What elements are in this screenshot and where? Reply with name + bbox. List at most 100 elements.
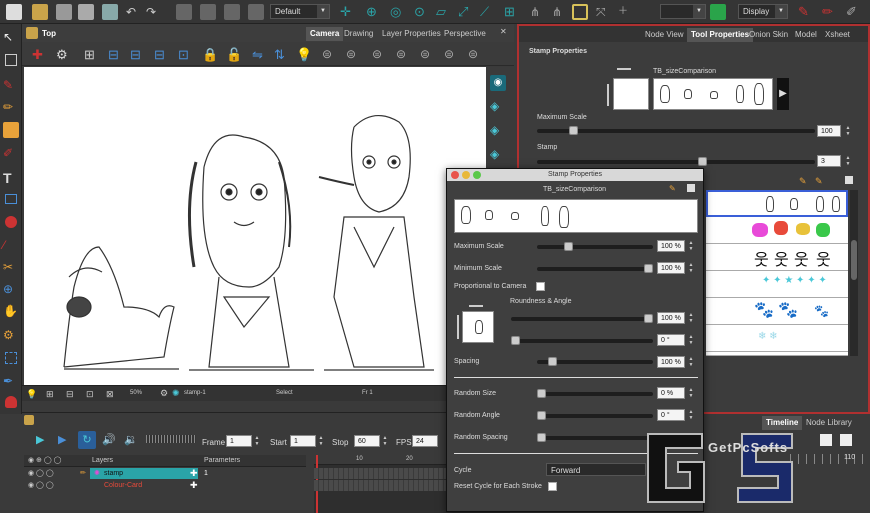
layer-visibility-icon[interactable]: ◉ ◯ ◯ — [28, 469, 54, 477]
next-preset-arrow-icon[interactable]: ▶ — [777, 78, 789, 110]
stamp-list-scrollbar[interactable] — [850, 190, 858, 356]
save-icon[interactable] — [56, 4, 72, 20]
maintain-size-icon[interactable]: ⤢ — [458, 4, 474, 20]
stamp-list-item[interactable]: ❄ ❄ — [706, 325, 848, 352]
skew-icon[interactable]: ▱ — [436, 4, 452, 20]
play-icon[interactable]: ▶ — [36, 433, 44, 446]
layer-row-stamp[interactable]: ◉ ◯ ◯ ✏ ✺ stamp ✚ 1 — [24, 468, 306, 479]
zoom-level[interactable]: 50% — [130, 390, 142, 396]
layer-visibility-icon[interactable]: ◉ ◯ ◯ — [28, 481, 54, 489]
mode-select[interactable]: Default ▼ — [270, 4, 330, 19]
rigging-tool-icon[interactable]: ⚙ — [3, 328, 19, 344]
grid-icon[interactable]: ⊞ — [84, 47, 95, 63]
stamp-add-icon[interactable]: ✚ — [32, 47, 43, 63]
open-folder-icon[interactable] — [32, 4, 48, 20]
tab-tool-properties[interactable]: Tool Properties — [687, 28, 754, 42]
stamp-menu-icon[interactable] — [845, 176, 853, 184]
dialog-min-scale-knob[interactable] — [644, 264, 653, 273]
start-field[interactable]: 1 — [290, 435, 316, 447]
reset-transform-icon[interactable]: ⤧ — [596, 4, 612, 20]
playback-icon[interactable] — [176, 4, 192, 20]
random-angle-spinner[interactable]: ▲ ▼ — [688, 409, 694, 421]
loop-icon[interactable]: ↻ — [78, 431, 96, 449]
stamp-list-item[interactable]: 웃 웃 웃 웃 — [706, 244, 848, 271]
stamp-list-item[interactable]: 🐾 🐾 🐾 — [706, 298, 848, 325]
brush-icon[interactable]: ✎ — [798, 4, 814, 20]
random-size-knob[interactable] — [537, 389, 546, 398]
stop-spinner[interactable]: ▲ ▼ — [382, 435, 388, 447]
scrollbar-thumb[interactable] — [851, 240, 857, 280]
eraser-icon[interactable]: ✐ — [846, 4, 862, 20]
ungroup-icon[interactable]: ⊜ — [346, 47, 356, 61]
start-spinner[interactable]: ▲ ▼ — [318, 435, 324, 447]
roundness-knob[interactable] — [644, 314, 653, 323]
stamp-edit-small-icon[interactable]: ✎ — [815, 176, 823, 187]
onion-icon[interactable] — [200, 4, 216, 20]
reset-pan-icon[interactable]: ⊠ — [106, 389, 114, 400]
add-layer-plus-icon[interactable]: ✚ — [190, 480, 198, 491]
dropper-tool-icon[interactable]: ⁄ — [3, 238, 19, 254]
tab-timeline[interactable]: Timeline — [762, 416, 803, 430]
arrange-back-icon[interactable]: ⊜ — [396, 47, 406, 61]
layers-stack-icon[interactable]: ◈ — [490, 99, 506, 115]
zoom-window-icon[interactable] — [473, 171, 481, 179]
max-scale-spinner[interactable]: ▲ ▼ — [845, 125, 851, 137]
sound-icon[interactable]: 🔊 — [102, 433, 116, 446]
light-table-icon[interactable] — [224, 4, 240, 20]
camera-view-icon[interactable] — [248, 4, 264, 20]
roundness-value[interactable]: 100 % — [657, 312, 685, 324]
add-layer-plus-icon[interactable]: ✚ — [190, 468, 198, 479]
tab-camera[interactable]: Camera — [306, 27, 344, 41]
paint-tool-icon[interactable] — [5, 216, 17, 228]
reset-cycle-checkbox[interactable] — [548, 482, 557, 491]
layer-row-colour-card[interactable]: ◉ ◯ ◯ Colour-Card ✚ — [24, 480, 306, 491]
tab-perspective[interactable]: Perspective — [440, 27, 490, 41]
spline-offset-icon[interactable]: ⟋ — [480, 4, 496, 20]
random-angle-slider[interactable] — [537, 411, 653, 420]
pencil-tool-icon[interactable]: ✏ — [3, 100, 19, 116]
dialog-max-scale-knob[interactable] — [564, 242, 573, 251]
cutter-tool-icon[interactable]: ✂ — [3, 260, 19, 276]
angle-slider[interactable] — [511, 336, 653, 345]
unlock-icon[interactable]: 🔓 — [226, 47, 242, 63]
random-size-value[interactable]: 0 % — [657, 387, 685, 399]
flip-vertical-icon[interactable]: ⇅ — [274, 47, 285, 63]
layers-a-icon[interactable]: ◈ — [490, 123, 506, 139]
hand-tool-icon[interactable]: ✋ — [3, 304, 19, 320]
random-spacing-slider[interactable] — [537, 433, 653, 442]
stamp-preview-thumb[interactable] — [613, 78, 649, 110]
stamp-slider[interactable] — [537, 157, 815, 166]
import-icon[interactable] — [102, 4, 118, 20]
minimize-window-icon[interactable] — [462, 171, 470, 179]
view-close-icon[interactable]: ✕ — [500, 27, 510, 37]
layer-name-cell[interactable]: ✺ stamp — [90, 468, 198, 479]
lightbulb-status-icon[interactable]: 💡 — [26, 389, 37, 400]
lock-icon[interactable]: 🔒 — [202, 47, 218, 63]
eye-icon[interactable]: ◉ — [490, 75, 506, 91]
optimize-icon[interactable]: ⊜ — [444, 47, 454, 61]
deformer-icon[interactable]: ＋ — [618, 4, 634, 20]
feather-tool-icon[interactable]: ✒ — [3, 374, 19, 390]
spacing-value[interactable]: 100 % — [657, 356, 685, 368]
max-scale-knob[interactable] — [569, 126, 578, 135]
reset-rotation-icon[interactable]: ⊡ — [86, 389, 94, 400]
tab-onion-skin[interactable]: Onion Skin — [745, 28, 792, 42]
dialog-brush-icon[interactable]: ✎ — [669, 184, 676, 193]
color-pot-icon[interactable] — [5, 396, 17, 408]
pencil-icon[interactable]: ✏ — [822, 4, 838, 20]
dialog-min-scale-value[interactable]: 100 % — [657, 262, 685, 274]
flatten-icon[interactable]: ⊜ — [468, 47, 478, 61]
layers-c-icon[interactable]: ◈ — [490, 147, 506, 163]
spacing-spinner[interactable]: ▲ ▼ — [688, 356, 694, 368]
proportional-checkbox[interactable] — [536, 282, 545, 291]
tab-model[interactable]: Model — [791, 28, 821, 42]
random-spacing-knob[interactable] — [537, 433, 546, 442]
group-icon[interactable]: ⊜ — [322, 47, 332, 61]
undo-icon[interactable]: ↶ — [126, 4, 142, 20]
tab-drawing[interactable]: Drawing — [340, 27, 377, 41]
frame-field[interactable]: 1 — [226, 435, 252, 447]
new-scene-icon[interactable] — [6, 4, 22, 20]
max-scale-value[interactable]: 100 — [817, 125, 841, 137]
smooth-icon[interactable]: ⊜ — [420, 47, 430, 61]
random-size-spinner[interactable]: ▲ ▼ — [688, 387, 694, 399]
